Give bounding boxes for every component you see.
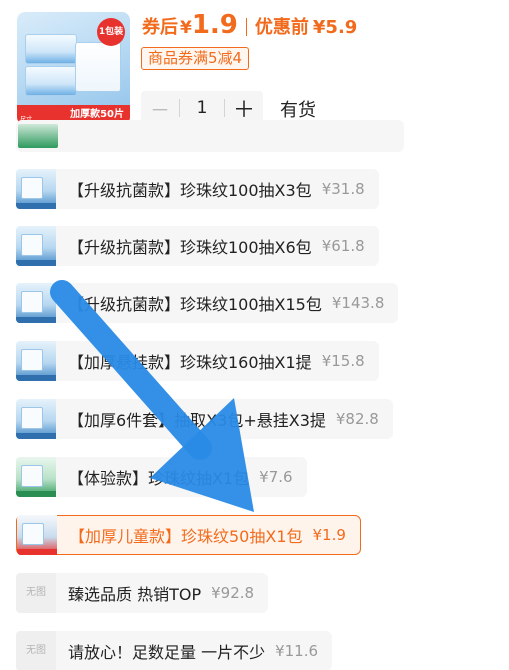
coupon-price-label: 券后 xyxy=(142,17,178,38)
blue-pack-icon xyxy=(16,283,56,323)
option-name: 【升级抗菌款】珍珠纹100抽X6包 xyxy=(68,238,312,257)
no-image-icon: 无图 xyxy=(16,631,56,670)
coupon-price: 1.9 xyxy=(191,10,238,40)
option-price: ¥31.8 xyxy=(321,180,365,198)
option-item[interactable]: 【加厚悬挂款】珍珠纹160抽X1提 ¥15.8 xyxy=(16,341,379,381)
quantity-value[interactable]: 1 xyxy=(180,98,224,118)
option-price: ¥92.8 xyxy=(211,584,255,602)
option-item[interactable]: 【体验款】珍珠纹抽X1包 ¥7.6 xyxy=(16,457,307,497)
tissue-sheet-icon xyxy=(75,42,121,92)
option-name: 请放心！足数足量 一片不少 xyxy=(68,643,266,662)
option-price: ¥1.9 xyxy=(312,526,346,544)
option-item[interactable]: 【加厚6件套】抽取X3包+悬挂X3提 ¥82.8 xyxy=(16,399,393,439)
option-price: ¥15.8 xyxy=(321,352,365,370)
green-pack-icon xyxy=(18,124,58,148)
no-image-label: 无图 xyxy=(26,645,46,656)
kid-pack-icon xyxy=(17,515,57,555)
coupon-tag[interactable]: 商品券满5减4 xyxy=(141,47,250,70)
option-name: 【加厚悬挂款】珍珠纹160抽X1提 xyxy=(68,353,312,372)
option-name: 【加厚儿童款】珍珠纹50抽X1包 xyxy=(69,527,303,546)
currency-symbol: ¥ xyxy=(180,18,192,38)
blue-pack-icon xyxy=(16,399,56,439)
minus-button[interactable]: － xyxy=(141,94,179,123)
product-thumbnail[interactable]: 1包装 加厚款50片 尺寸 xyxy=(17,12,130,125)
option-name: 【体验款】珍珠纹抽X1包 xyxy=(68,469,250,488)
no-image-label: 无图 xyxy=(26,587,46,598)
original-price: ¥5.9 xyxy=(312,17,358,38)
sku-option-list[interactable]: 【升级抗菌款】珍珠纹100抽X3包 ¥31.8 【升级抗菌款】珍珠纹100抽X6… xyxy=(0,120,509,670)
original-price-label: 优惠前 xyxy=(254,17,309,38)
tissue-pack-icon xyxy=(25,34,77,64)
tissue-pack-icon xyxy=(25,66,77,96)
blue-pack-icon xyxy=(16,341,56,381)
option-item[interactable]: 无图 臻选品质 热销TOP ¥92.8 xyxy=(16,573,269,613)
option-price: ¥11.6 xyxy=(275,642,319,660)
pack-count-badge: 1包装 xyxy=(97,18,125,46)
blue-pack-icon xyxy=(16,169,56,209)
option-name: 【升级抗菌款】珍珠纹100抽X15包 xyxy=(68,295,322,314)
option-price: ¥61.8 xyxy=(321,237,365,255)
option-name: 臻选品质 热销TOP xyxy=(68,585,202,604)
price-line: 券后 ¥ 1.9 优惠前 ¥5.9 xyxy=(142,10,357,44)
blue-pack-icon xyxy=(16,226,56,266)
green-pack-icon xyxy=(16,457,56,497)
option-price: ¥143.8 xyxy=(331,294,385,312)
sku-header: 1包装 加厚款50片 尺寸 券后 ¥ 1.9 优惠前 ¥5.9 商品券满5减4 … xyxy=(0,0,509,140)
option-item[interactable]: 【升级抗菌款】珍珠纹100抽X15包 ¥143.8 xyxy=(16,283,399,323)
option-item-selected[interactable]: 【加厚儿童款】珍珠纹50抽X1包 ¥1.9 xyxy=(16,515,361,555)
option-price: ¥7.6 xyxy=(259,468,293,486)
option-item[interactable]: 【升级抗菌款】珍珠纹100抽X6包 ¥61.8 xyxy=(16,226,379,266)
option-item[interactable]: 无图 请放心！足数足量 一片不少 ¥11.6 xyxy=(16,631,333,670)
option-item-partial[interactable] xyxy=(16,120,404,152)
stock-status: 有货 xyxy=(280,100,316,121)
option-name: 【升级抗菌款】珍珠纹100抽X3包 xyxy=(68,181,312,200)
no-image-icon: 无图 xyxy=(16,573,56,613)
option-price: ¥82.8 xyxy=(335,410,379,428)
option-item[interactable]: 【升级抗菌款】珍珠纹100抽X3包 ¥31.8 xyxy=(16,169,379,209)
option-name: 【加厚6件套】抽取X3包+悬挂X3提 xyxy=(68,411,326,430)
price-divider xyxy=(245,18,247,36)
